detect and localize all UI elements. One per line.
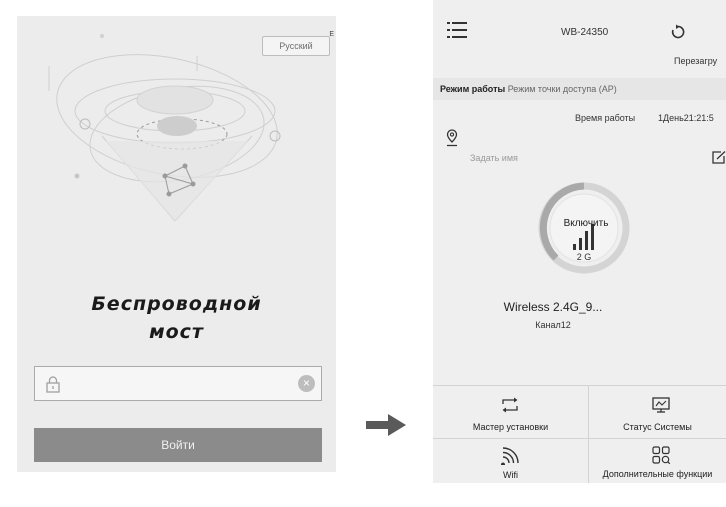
tile-wifi[interactable]: Wifi [433,439,588,483]
password-input[interactable] [71,372,291,396]
clear-icon[interactable]: × [298,375,315,392]
tile-setup-wizard[interactable]: Мастер установки [433,386,588,435]
device-name: WB-24350 [561,27,609,38]
edit-icon[interactable] [712,151,726,164]
grid-icon [652,446,671,464]
tile-system-status-label: Статус Системы [623,422,692,432]
work-mode-key: Режим работы [440,84,506,94]
location-pin-icon [446,129,458,147]
page-title: Беспроводной мост [17,290,336,346]
repeat-icon [502,397,518,413]
lock-icon [46,376,60,393]
language-marker: E [329,31,334,38]
reboot-label[interactable]: Перезагру [674,56,717,66]
reboot-icon[interactable] [670,24,686,40]
monitor-icon [652,397,670,413]
password-field[interactable]: × [34,366,322,401]
title-line-2: мост [149,321,204,343]
toggle-on-label: Включить [563,218,609,229]
language-label: Русский [279,41,313,51]
work-mode-value: Режим точки доступа (AP) [507,84,617,94]
uptime-value: 1День21:21:5 [658,113,714,123]
screenshot-comparison: Русский E Беспроводной мост × Войти WB-2… [0,0,726,507]
title-line-1: Беспроводной [91,293,262,315]
channel-label: Канал12 [535,320,571,330]
tile-system-status[interactable]: Статус Системы [589,386,726,435]
status-screen: WB-24350 Перезагру Режим работы Режим то… [433,0,726,483]
tile-extra-functions[interactable]: Дополнительные функции [589,439,726,483]
band-label: 2 G [576,252,592,262]
tile-setup-wizard-label: Мастер установки [472,422,549,432]
ssid-name: Wireless 2.4G_9... [503,300,603,314]
language-selector[interactable]: Русский E [262,31,334,56]
login-screen: Русский E Беспроводной мост × Войти [17,16,336,472]
wifi-icon [501,447,519,465]
set-name-field[interactable]: Задать имя [470,153,518,163]
arrow-right-icon [366,414,406,436]
uptime-label: Время работы [575,113,636,123]
tile-wifi-label: Wifi [503,470,518,480]
top-bar: WB-24350 Перезагру [433,0,726,75]
login-button[interactable]: Войти [34,428,322,462]
menu-icon[interactable] [447,22,467,39]
work-mode-bar: Режим работы Режим точки доступа (AP) [433,78,726,100]
tile-extra-functions-label: Дополнительные функции [602,469,713,479]
menu-dots [447,22,450,38]
